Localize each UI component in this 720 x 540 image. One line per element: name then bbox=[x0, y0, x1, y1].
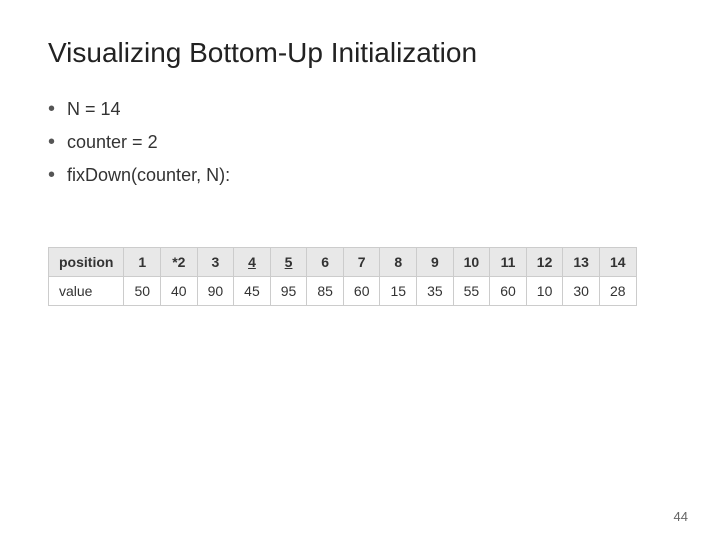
bullet-3: fixDown(counter, N): bbox=[48, 164, 672, 187]
header-7: 7 bbox=[343, 247, 380, 276]
header-8: 8 bbox=[380, 247, 417, 276]
val-1: 50 bbox=[124, 276, 161, 305]
val-8: 15 bbox=[380, 276, 417, 305]
table-value-row: value 50 40 90 45 95 85 60 15 35 55 60 1… bbox=[49, 276, 637, 305]
val-4: 45 bbox=[234, 276, 271, 305]
header-10: 10 bbox=[453, 247, 490, 276]
header-2: *2 bbox=[161, 247, 198, 276]
header-6: 6 bbox=[307, 247, 344, 276]
bullet-list: N = 14 counter = 2 fixDown(counter, N): bbox=[48, 98, 672, 197]
bullet-1: N = 14 bbox=[48, 98, 672, 121]
table-header-row: position 1 *2 3 4 5 6 7 8 9 10 11 12 13 … bbox=[49, 247, 637, 276]
header-9: 9 bbox=[417, 247, 454, 276]
val-6: 85 bbox=[307, 276, 344, 305]
position-value-table: position 1 *2 3 4 5 6 7 8 9 10 11 12 13 … bbox=[48, 247, 637, 306]
header-13: 13 bbox=[563, 247, 600, 276]
header-position: position bbox=[49, 247, 124, 276]
header-1: 1 bbox=[124, 247, 161, 276]
header-4: 4 bbox=[234, 247, 271, 276]
header-11: 11 bbox=[490, 247, 527, 276]
page-number: 44 bbox=[674, 509, 688, 524]
header-5: 5 bbox=[270, 247, 307, 276]
value-label: value bbox=[49, 276, 124, 305]
val-13: 30 bbox=[563, 276, 600, 305]
val-5: 95 bbox=[270, 276, 307, 305]
val-12: 10 bbox=[526, 276, 563, 305]
val-9: 35 bbox=[417, 276, 454, 305]
val-2: 40 bbox=[161, 276, 198, 305]
val-3: 90 bbox=[197, 276, 234, 305]
val-14: 28 bbox=[599, 276, 636, 305]
data-table-area: position 1 *2 3 4 5 6 7 8 9 10 11 12 13 … bbox=[48, 247, 672, 306]
val-11: 60 bbox=[490, 276, 527, 305]
slide-title: Visualizing Bottom-Up Initialization bbox=[48, 36, 672, 70]
header-14: 14 bbox=[599, 247, 636, 276]
val-10: 55 bbox=[453, 276, 490, 305]
bullet-2: counter = 2 bbox=[48, 131, 672, 154]
header-12: 12 bbox=[526, 247, 563, 276]
val-7: 60 bbox=[343, 276, 380, 305]
header-3: 3 bbox=[197, 247, 234, 276]
slide: Visualizing Bottom-Up Initialization N =… bbox=[0, 0, 720, 540]
